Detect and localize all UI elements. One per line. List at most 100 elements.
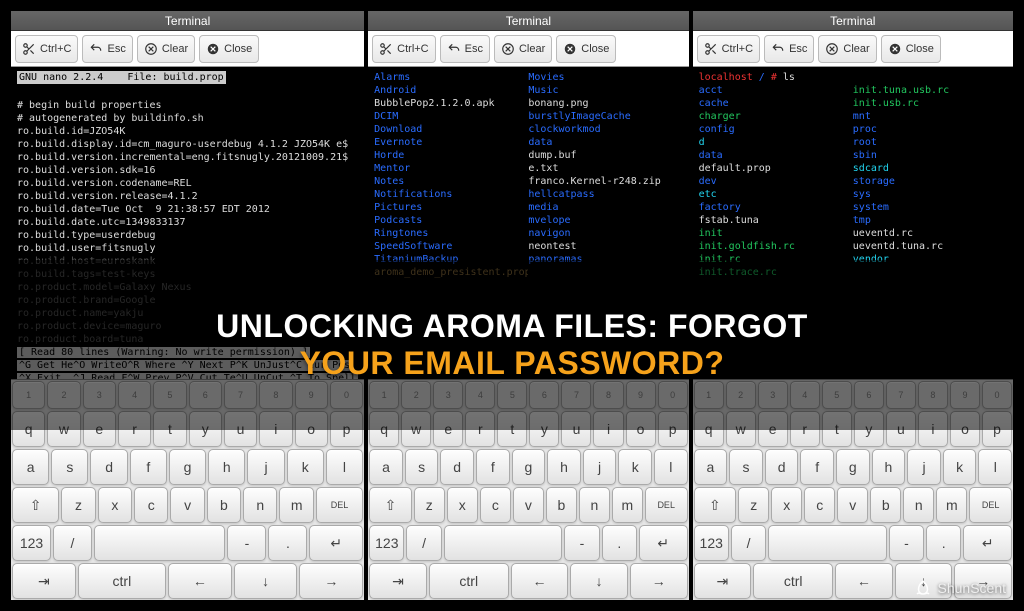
cut-button[interactable]: Ctrl+C <box>697 35 760 63</box>
key-num-6[interactable]: 6 <box>854 381 884 409</box>
key-→[interactable]: → <box>299 563 363 599</box>
terminal-ls-root[interactable]: localhost / # ls acctinit.tuna.usb.rccac… <box>693 67 1013 379</box>
key-u[interactable]: u <box>561 411 591 447</box>
clear-button[interactable]: Clear <box>494 35 552 63</box>
key-num-3[interactable]: 3 <box>433 381 463 409</box>
key-v[interactable]: v <box>837 487 868 523</box>
key-c[interactable]: c <box>134 487 168 523</box>
key-d[interactable]: d <box>765 449 799 485</box>
esc-button[interactable]: Esc <box>764 35 814 63</box>
key-num-4[interactable]: 4 <box>465 381 495 409</box>
key-num-0[interactable]: 0 <box>330 381 363 409</box>
cut-button[interactable]: Ctrl+C <box>372 35 435 63</box>
key-t[interactable]: t <box>497 411 527 447</box>
key-s[interactable]: s <box>405 449 439 485</box>
key-d[interactable]: d <box>90 449 127 485</box>
key-o[interactable]: o <box>626 411 656 447</box>
key-l[interactable]: l <box>978 449 1012 485</box>
key-b[interactable]: b <box>870 487 901 523</box>
key-num-2[interactable]: 2 <box>401 381 431 409</box>
key-j[interactable]: j <box>247 449 284 485</box>
key-v[interactable]: v <box>170 487 204 523</box>
key-num-8[interactable]: 8 <box>918 381 948 409</box>
key-p[interactable]: p <box>658 411 688 447</box>
key-delete[interactable]: DEL <box>316 487 363 523</box>
key-enter[interactable]: ↵ <box>639 525 688 561</box>
key-.[interactable]: . <box>926 525 961 561</box>
key-f[interactable]: f <box>130 449 167 485</box>
key-z[interactable]: z <box>738 487 769 523</box>
key-z[interactable]: z <box>61 487 95 523</box>
close-button[interactable]: Close <box>556 35 616 63</box>
key-c[interactable]: c <box>804 487 835 523</box>
key-.[interactable]: . <box>268 525 307 561</box>
key-y[interactable]: y <box>854 411 884 447</box>
key-h[interactable]: h <box>208 449 245 485</box>
key-j[interactable]: j <box>907 449 941 485</box>
key-num-3[interactable]: 3 <box>83 381 116 409</box>
key-e[interactable]: e <box>758 411 788 447</box>
key-k[interactable]: k <box>943 449 977 485</box>
key-num-9[interactable]: 9 <box>295 381 328 409</box>
key-num-5[interactable]: 5 <box>153 381 186 409</box>
key-w[interactable]: w <box>47 411 80 447</box>
key-num-2[interactable]: 2 <box>47 381 80 409</box>
key-num-0[interactable]: 0 <box>658 381 688 409</box>
key-a[interactable]: a <box>369 449 403 485</box>
key-123[interactable]: 123 <box>694 525 729 561</box>
key-l[interactable]: l <box>654 449 688 485</box>
key-k[interactable]: k <box>618 449 652 485</box>
key-→[interactable]: → <box>630 563 688 599</box>
key-b[interactable]: b <box>546 487 577 523</box>
key-q[interactable]: q <box>12 411 45 447</box>
key-g[interactable]: g <box>169 449 206 485</box>
key-shift[interactable]: ⇧ <box>12 487 59 523</box>
cut-button[interactable]: Ctrl+C <box>15 35 78 63</box>
key-p[interactable]: p <box>982 411 1012 447</box>
key-num-5[interactable]: 5 <box>822 381 852 409</box>
key-h[interactable]: h <box>547 449 581 485</box>
key-delete[interactable]: DEL <box>645 487 688 523</box>
key-num-1[interactable]: 1 <box>369 381 399 409</box>
esc-button[interactable]: Esc <box>82 35 132 63</box>
key-ctrl[interactable]: ctrl <box>78 563 166 599</box>
key-shift[interactable]: ⇧ <box>369 487 412 523</box>
terminal-ls-sdcard[interactable]: AlarmsMoviesAndroidMusicBubblePop2.1.2.0… <box>368 67 688 379</box>
key-p[interactable]: p <box>330 411 363 447</box>
key-o[interactable]: o <box>950 411 980 447</box>
key-x[interactable]: x <box>447 487 478 523</box>
key-tab[interactable]: ⇥ <box>12 563 76 599</box>
key-↓[interactable]: ↓ <box>234 563 298 599</box>
key-u[interactable]: u <box>886 411 916 447</box>
key-num-6[interactable]: 6 <box>529 381 559 409</box>
key-u[interactable]: u <box>224 411 257 447</box>
key-ctrl[interactable]: ctrl <box>429 563 509 599</box>
key-e[interactable]: e <box>83 411 116 447</box>
key-num-8[interactable]: 8 <box>259 381 292 409</box>
key-delete[interactable]: DEL <box>969 487 1012 523</box>
key-space[interactable] <box>444 525 563 561</box>
key-t[interactable]: t <box>153 411 186 447</box>
clear-button[interactable]: Clear <box>137 35 195 63</box>
key-num-9[interactable]: 9 <box>950 381 980 409</box>
clear-button[interactable]: Clear <box>818 35 876 63</box>
key-l[interactable]: l <box>326 449 363 485</box>
key-b[interactable]: b <box>207 487 241 523</box>
key-space[interactable] <box>768 525 887 561</box>
key-num-5[interactable]: 5 <box>497 381 527 409</box>
key-i[interactable]: i <box>593 411 623 447</box>
key-num-7[interactable]: 7 <box>886 381 916 409</box>
key-x[interactable]: x <box>98 487 132 523</box>
esc-button[interactable]: Esc <box>440 35 490 63</box>
close-button[interactable]: Close <box>199 35 259 63</box>
key-num-4[interactable]: 4 <box>790 381 820 409</box>
key-num-8[interactable]: 8 <box>593 381 623 409</box>
key-s[interactable]: s <box>729 449 763 485</box>
key--[interactable]: - <box>227 525 266 561</box>
key-i[interactable]: i <box>259 411 292 447</box>
key-enter[interactable]: ↵ <box>309 525 363 561</box>
key-t[interactable]: t <box>822 411 852 447</box>
key-k[interactable]: k <box>287 449 324 485</box>
key-a[interactable]: a <box>694 449 728 485</box>
key-m[interactable]: m <box>279 487 313 523</box>
